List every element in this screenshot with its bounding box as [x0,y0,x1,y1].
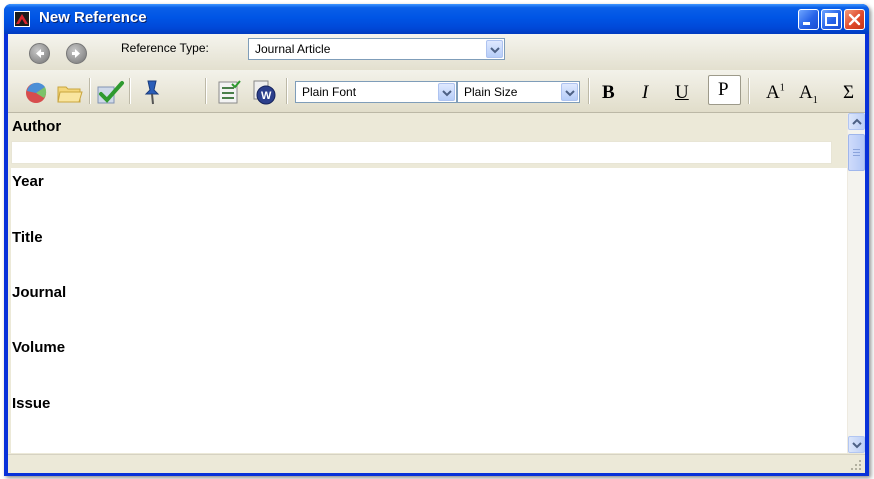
field-label-author: Author [12,118,62,135]
year-input[interactable] [11,193,831,213]
grip-line [853,149,860,150]
toolbar-separator [748,78,750,104]
maximize-icon [825,13,838,26]
grip-line [853,152,860,153]
title-bar[interactable]: New Reference [4,4,869,34]
new-reference-window: New Reference Reference Type: Journal Ar… [4,4,869,476]
toolbar-separator [588,78,590,104]
scroll-down-button[interactable] [848,436,865,453]
author-field-header [11,113,847,141]
maximize-button[interactable] [821,9,842,30]
close-button[interactable] [844,9,865,30]
forward-arrow-icon [72,49,80,58]
insert-picture-icon [26,82,47,103]
chevron-down-icon[interactable] [438,83,455,101]
chevron-up-icon [852,118,862,125]
insert-picture-button[interactable] [22,78,50,106]
field-label-volume: Volume [12,339,66,356]
spell-check-button[interactable] [95,78,124,106]
scroll-up-button[interactable] [848,113,865,130]
plain-label: P [718,79,729,100]
reference-type-value: Journal Article [255,42,331,56]
underline-button[interactable]: U [675,82,689,104]
word-icon: W [253,80,276,105]
minimize-button[interactable] [798,9,819,30]
scroll-thumb[interactable] [848,134,865,171]
chevron-down-icon [852,442,862,449]
close-icon [848,13,861,26]
reference-fields-panel: Author Year Title Journal Volume Issue [11,113,847,453]
status-bar [8,454,865,473]
reference-type-label: Reference Type: [121,41,209,55]
subscript-mark: 1 [812,94,818,106]
subscript-label: A [799,82,813,103]
size-value: Plain Size [464,85,518,99]
field-label-year: Year [12,173,44,190]
field-label-title: Title [12,229,43,246]
pin-button[interactable] [137,78,165,106]
size-select[interactable]: Plain Size [457,81,580,103]
app-icon [14,11,30,27]
toolbar-separator [89,78,91,104]
back-button[interactable] [29,43,50,64]
vertical-scrollbar[interactable] [847,113,865,453]
window-client-area: Reference Type: Journal Article W Plain … [8,34,865,473]
toolbar-separator [286,78,288,104]
back-arrow-icon [36,49,44,58]
superscript-button[interactable]: A1 [766,82,785,104]
field-label-journal: Journal [12,284,67,301]
plain-button[interactable]: P [708,75,741,105]
svg-text:W: W [261,90,272,102]
superscript-label: A [766,82,780,103]
toolbar-separator [129,78,131,104]
issue-input[interactable] [11,415,831,435]
list-check-icon [218,80,241,104]
word-button[interactable]: W [250,78,278,106]
author-input[interactable] [11,141,832,164]
open-folder-button[interactable] [55,78,83,106]
list-check-button[interactable] [215,78,243,106]
reference-type-bar: Reference Type: Journal Article [8,34,865,70]
formatting-toolbar: W Plain Font Plain Size B I U P A1 A1 Σ [8,70,865,113]
minimize-icon [803,22,810,25]
subscript-button[interactable]: A1 [799,82,818,106]
pin-icon [144,80,160,105]
journal-input[interactable] [11,304,831,324]
forward-button[interactable] [66,43,87,64]
screen: New Reference Reference Type: Journal Ar… [0,0,874,479]
font-select[interactable]: Plain Font [295,81,457,103]
symbol-button[interactable]: Σ [843,82,854,104]
window-title: New Reference [39,9,147,26]
open-folder-icon [57,86,83,103]
title-input[interactable] [11,249,831,269]
font-value: Plain Font [302,85,357,99]
italic-button[interactable]: I [642,82,648,104]
field-label-issue: Issue [12,395,51,412]
volume-input[interactable] [11,359,831,379]
bold-button[interactable]: B [602,82,615,104]
spell-check-icon [97,81,124,104]
resize-grip-icon[interactable] [850,459,862,471]
superscript-mark: 1 [779,82,785,94]
chevron-down-icon[interactable] [486,40,503,58]
grip-line [853,155,860,156]
toolbar-separator [205,78,207,104]
reference-type-select[interactable]: Journal Article [248,38,505,60]
chevron-down-icon[interactable] [561,83,578,101]
